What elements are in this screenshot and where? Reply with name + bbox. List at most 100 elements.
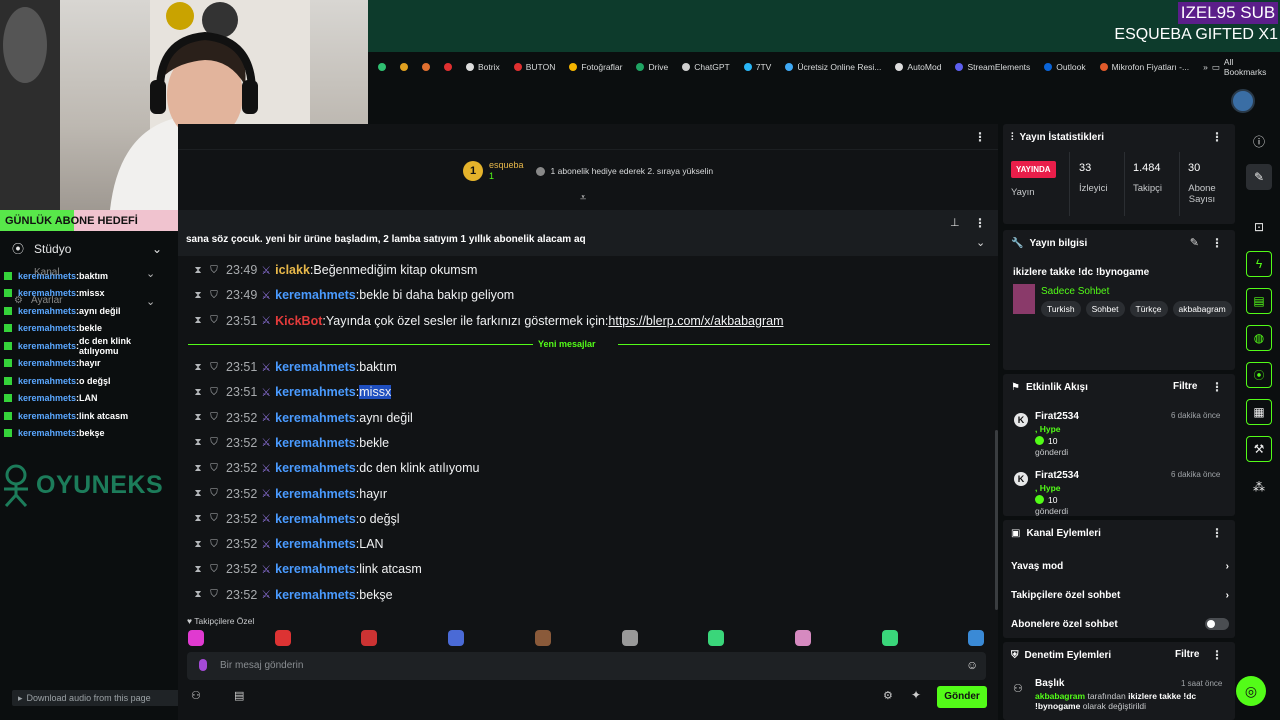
message-user[interactable]: KickBot (275, 314, 322, 328)
chat-message[interactable]: ⧗ ⛉ 23:52 ⚔ keremahmets: o değşl (190, 509, 399, 529)
gift-leaderboard[interactable]: 1 esqueba 1 1 abonelik hediye ederek 2. … (463, 160, 713, 182)
people-icon[interactable]: ⚇ (191, 689, 201, 702)
bookmark-automod[interactable]: AutoMod (895, 62, 941, 72)
store-icon[interactable]: ▤ (234, 689, 244, 702)
hourglass-icon[interactable]: ⧗ (190, 437, 206, 448)
tag-chip[interactable]: Sohbet (1085, 301, 1125, 317)
followers-chat-row[interactable]: Takipçilere özel sohbet › (1011, 590, 1229, 601)
hourglass-icon[interactable]: ⧗ (190, 387, 206, 398)
bookmark-icon-1[interactable] (378, 63, 386, 71)
shield-icon[interactable]: ⛉ (206, 539, 222, 550)
sidebar-item-studio[interactable]: ⦿ Stüdyo ⌄ (12, 240, 162, 258)
stream-info-menu-icon[interactable]: ⋮ (1211, 236, 1223, 250)
microphone-icon[interactable] (199, 659, 207, 671)
hourglass-icon[interactable]: ⧗ (190, 315, 206, 326)
chat-message[interactable]: ⧗ ⛉ 23:52 ⚔ keremahmets: bekle (190, 433, 389, 453)
emote-icon[interactable] (188, 630, 204, 646)
edit-icon[interactable]: ✎ (1190, 236, 1199, 249)
message-user[interactable]: keremahmets (275, 411, 356, 425)
tag-chip[interactable]: Turkish (1041, 301, 1081, 317)
moderation-filter-button[interactable]: Filtre (1175, 649, 1199, 660)
hourglass-icon[interactable]: ⧗ (190, 513, 206, 524)
message-user[interactable]: keremahmets (275, 461, 356, 475)
hourglass-icon[interactable]: ⧗ (190, 539, 206, 550)
emote-icon[interactable] (448, 630, 465, 646)
video-icon[interactable]: ⊡ (1246, 214, 1272, 240)
chat-message[interactable]: ⧗ ⛉ 23:52 ⚔ keremahmets: aynı değil (190, 408, 412, 428)
tag-chip[interactable]: Türkçe (1129, 301, 1168, 317)
emote-icon[interactable] (534, 630, 551, 646)
gear-icon[interactable]: ⚙ (883, 689, 893, 702)
activity-filter-button[interactable]: Filtre (1173, 381, 1197, 392)
info-icon[interactable]: ⓘ (1246, 128, 1272, 154)
chat-message[interactable]: ⧗ ⛉ 23:51 ⚔ keremahmets: missx (190, 382, 392, 402)
shield-icon[interactable]: ⛉ (206, 412, 222, 423)
shield-icon[interactable]: ⛉ (206, 362, 222, 373)
message-user[interactable]: keremahmets (275, 487, 356, 501)
emote-picker-icon[interactable]: ✦ (911, 688, 921, 702)
share-icon[interactable]: ⁂ (1246, 474, 1272, 500)
hourglass-icon[interactable]: ⧗ (190, 290, 206, 301)
support-icon[interactable]: ◎ (1236, 676, 1266, 706)
hourglass-icon[interactable]: ⧗ (190, 265, 206, 276)
shield-icon[interactable]: ⛉ (206, 437, 222, 448)
hourglass-icon[interactable]: ⧗ (190, 488, 206, 499)
hourglass-icon[interactable]: ⧗ (190, 463, 206, 474)
document-icon[interactable]: ▤ (1246, 288, 1272, 314)
message-input[interactable]: Bir mesaj gönderin ☺ (187, 652, 986, 680)
sidebar-item-channel[interactable]: Kanal (34, 267, 60, 278)
broadcast-icon[interactable]: ⦿ (1246, 362, 1272, 388)
pin-icon[interactable]: ⊥ (950, 216, 960, 229)
bookmark-photos[interactable]: Fotoğraflar (569, 62, 622, 72)
bookmark-icon-3[interactable] (422, 63, 430, 71)
shield-icon[interactable]: ⛉ (206, 589, 222, 600)
bookmark-microphone[interactable]: Mikrofon Fiyatları -... (1099, 62, 1189, 72)
bookmark-botrix[interactable]: Botrix (466, 62, 500, 72)
message-user[interactable]: keremahmets (275, 537, 356, 551)
moderation-menu-icon[interactable]: ⋮ (1211, 648, 1223, 662)
all-bookmarks[interactable]: » ▭ All Bookmarks (1203, 57, 1280, 77)
tag-chip[interactable]: akbabagram (1172, 301, 1232, 317)
activity-user[interactable]: Firat2534 (1035, 411, 1079, 422)
bookmark-chatgpt[interactable]: ChatGPT (682, 62, 730, 72)
bookmark-buton[interactable]: BUTON (513, 62, 555, 72)
bookmark-image-tool[interactable]: Ücretsiz Online Resi... (785, 62, 881, 72)
slow-mode-row[interactable]: Yavaş mod › (1011, 561, 1229, 572)
chat-bubble-icon[interactable]: ◍ (1246, 325, 1272, 351)
shield-icon[interactable]: ⛉ (206, 463, 222, 474)
hourglass-icon[interactable]: ⧗ (190, 589, 206, 600)
chat-message[interactable]: ⧗ ⛉ 23:51 ⚔ keremahmets: baktım (190, 357, 396, 377)
stats-menu-icon[interactable]: ⋮ (1211, 130, 1223, 144)
hourglass-icon[interactable]: ⧗ (190, 362, 206, 373)
activity-menu-icon[interactable]: ⋮ (1211, 380, 1223, 394)
shield-icon[interactable]: ⛉ (206, 488, 222, 499)
avatar[interactable] (1231, 89, 1255, 113)
chat-message[interactable]: ⧗ ⛉ 23:51 ⚔ KickBot: Yayında çok özel sesler… (190, 311, 783, 331)
wrench-icon[interactable]: ⚒ (1246, 436, 1272, 462)
hourglass-icon[interactable]: ⧗ (190, 412, 206, 423)
emote-icon[interactable] (794, 630, 811, 646)
message-user[interactable]: iclakk (275, 263, 310, 277)
bookmark-7tv[interactable]: 7TV (743, 62, 771, 72)
message-user[interactable]: keremahmets (275, 436, 356, 450)
bookmark-drive[interactable]: Drive (636, 62, 668, 72)
shield-icon[interactable]: ⛉ (206, 290, 222, 301)
pinned-message[interactable]: sana söz çocuk. yeni bir ürüne başladım,… (178, 210, 998, 256)
lightning-icon[interactable]: ϟ (1246, 251, 1272, 277)
chat-message[interactable]: ⧗ ⛉ 23:49 ⚔ iclakk: Beğenmediğim kitap okums… (190, 260, 477, 280)
pinned-menu-icon[interactable]: ⋮ (974, 216, 986, 230)
bookmark-icon-4[interactable] (444, 63, 452, 71)
shield-icon[interactable]: ⛉ (206, 564, 222, 575)
activity-user[interactable]: Firat2534 (1035, 470, 1079, 481)
subs-chat-toggle[interactable] (1205, 618, 1229, 630)
chevron-down-icon[interactable]: ⌄ (976, 236, 985, 249)
channel-actions-menu-icon[interactable]: ⋮ (1211, 526, 1223, 540)
emote-icon[interactable] (274, 630, 291, 646)
chat-scrollbar[interactable] (995, 430, 998, 610)
send-button[interactable]: Gönder (937, 686, 987, 708)
message-user[interactable]: keremahmets (275, 562, 356, 576)
sidebar-item-settings[interactable]: ⚙ Ayarlar (14, 295, 62, 306)
category-name[interactable]: Sadece Sohbet (1041, 286, 1109, 297)
message-user[interactable]: keremahmets (275, 385, 356, 399)
hourglass-icon[interactable]: ⧗ (190, 564, 206, 575)
